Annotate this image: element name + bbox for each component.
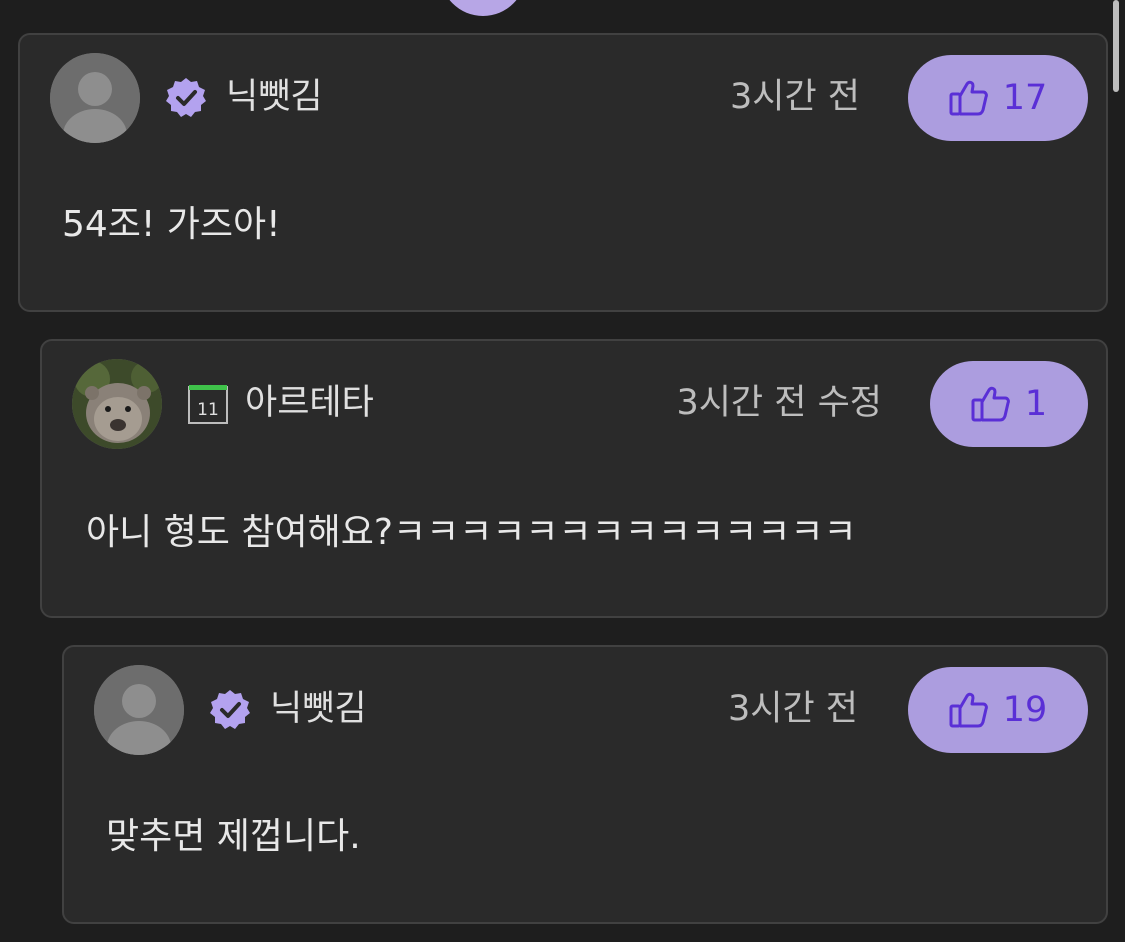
like-count: 19 [1002, 690, 1048, 730]
timestamp: 3시간 전 [730, 77, 860, 117]
thumbs-up-icon [949, 692, 988, 728]
comment-text: 맞추면 제껍니다. [106, 816, 361, 857]
author-name[interactable]: 닉뺏김 [270, 687, 367, 731]
scrollbar[interactable] [1113, 0, 1119, 92]
default-user-icon [94, 665, 184, 755]
comment-card: 11 아르테타 3시간 전 수정 1 아니 형도 참여해요?ㅋㅋㅋㅋㅋㅋㅋㅋㅋㅋ… [40, 339, 1108, 618]
timestamp: 3시간 전 [728, 689, 858, 729]
top-avatar-partial [440, 0, 526, 16]
like-count: 1 [1024, 384, 1048, 424]
calendar-icon: 11 [188, 385, 228, 424]
author-name[interactable]: 닉뺏김 [226, 75, 323, 119]
comment-text: 54조! 가즈아! [62, 204, 281, 245]
avatar[interactable] [72, 359, 162, 449]
wombat-photo-icon [72, 359, 162, 449]
author-name[interactable]: 아르테타 [245, 381, 374, 425]
thumbs-up-icon [971, 386, 1010, 422]
comment-text: 아니 형도 참여해요?ㅋㅋㅋㅋㅋㅋㅋㅋㅋㅋㅋㅋㅋㅋ [86, 512, 857, 553]
like-count: 17 [1002, 78, 1048, 118]
avatar[interactable] [50, 53, 140, 143]
calendar-number: 11 [197, 400, 219, 420]
verified-badge-icon [166, 78, 206, 117]
like-button[interactable]: 1 [930, 361, 1088, 447]
like-button[interactable]: 19 [908, 667, 1088, 753]
comment-card: 닉뺏김 3시간 전 19 맞추면 제껍니다. [62, 645, 1108, 924]
verified-badge-icon [210, 690, 250, 729]
timestamp: 3시간 전 수정 [676, 383, 882, 423]
avatar[interactable] [94, 665, 184, 755]
like-button[interactable]: 17 [908, 55, 1088, 141]
comment-card: 닉뺏김 3시간 전 17 54조! 가즈아! [18, 33, 1108, 312]
default-user-icon [50, 53, 140, 143]
thumbs-up-icon [949, 80, 988, 116]
